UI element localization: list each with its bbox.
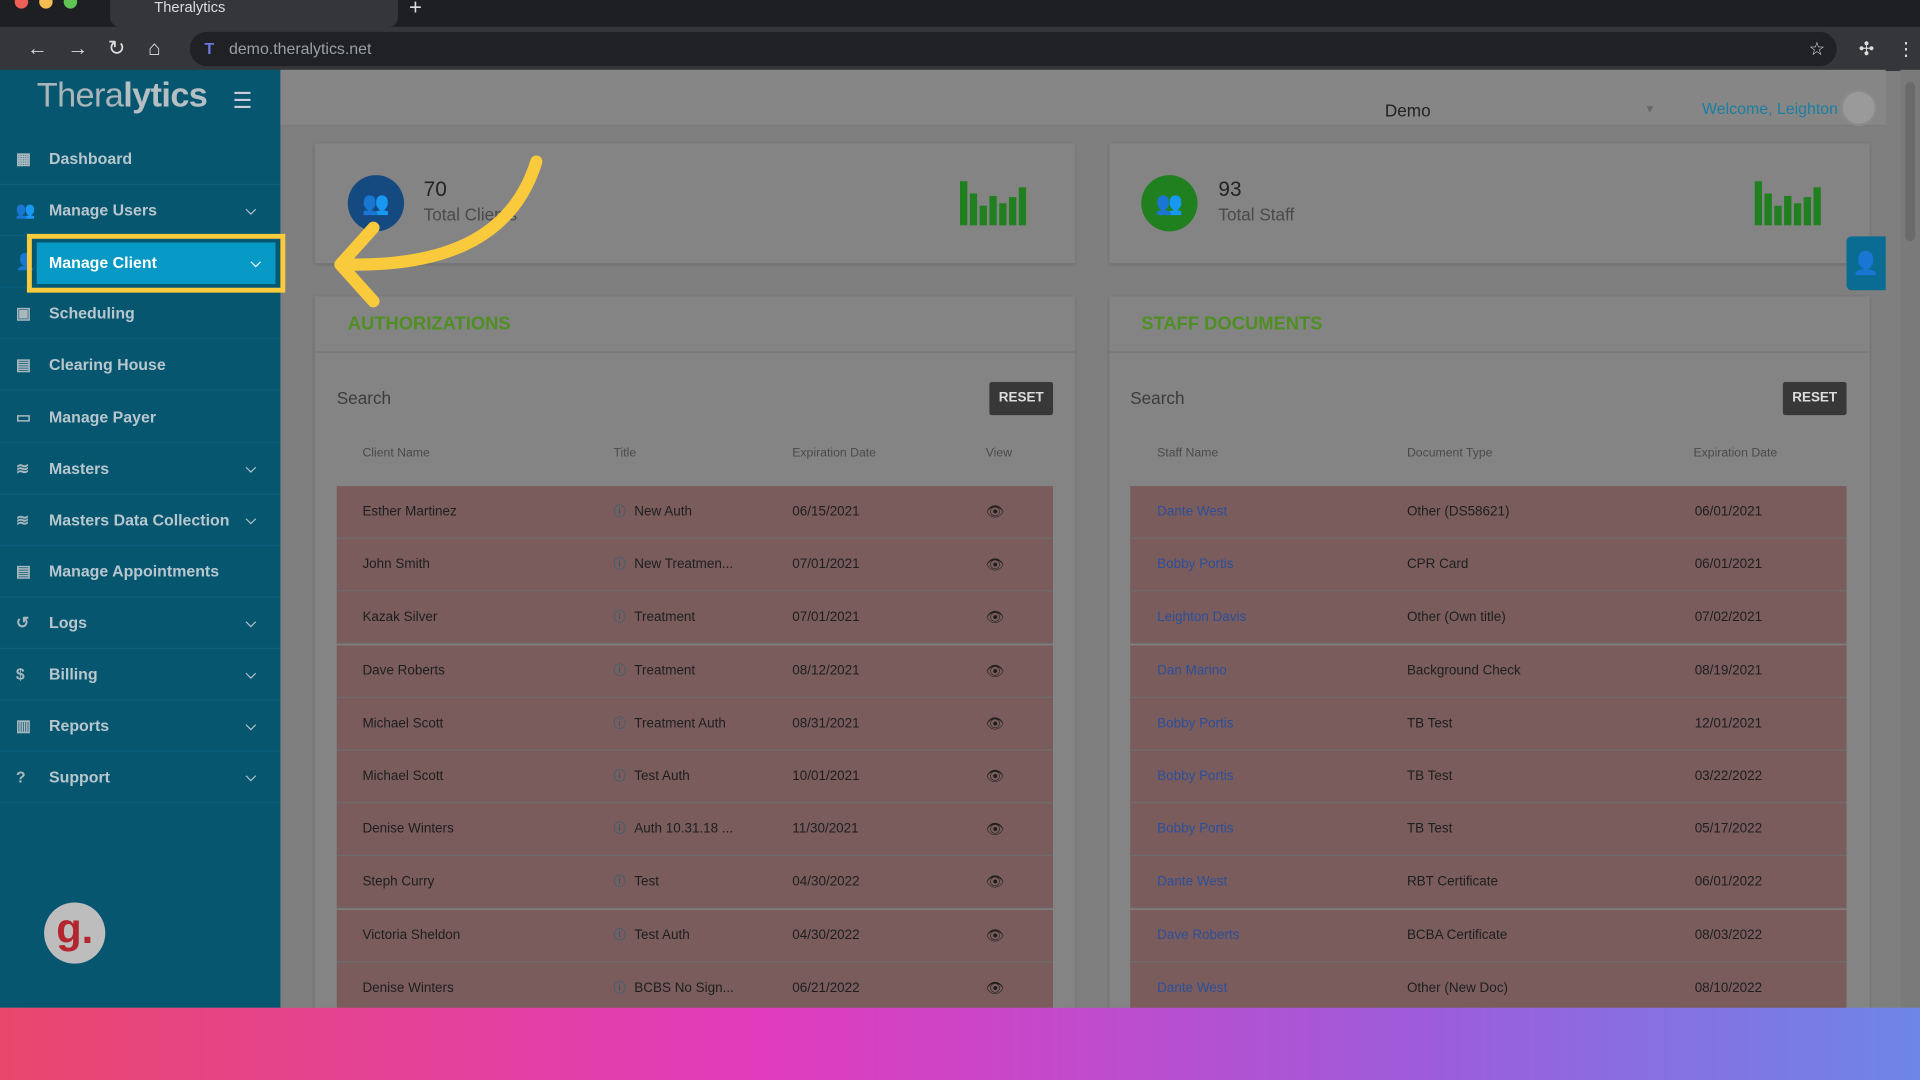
screen: Theralytics + ← → ↻ ⌂ Tdemo.theralytics.…	[0, 0, 1920, 1080]
annotation-arrow	[334, 155, 543, 308]
bottom-gradient-banner	[0, 1007, 1920, 1080]
